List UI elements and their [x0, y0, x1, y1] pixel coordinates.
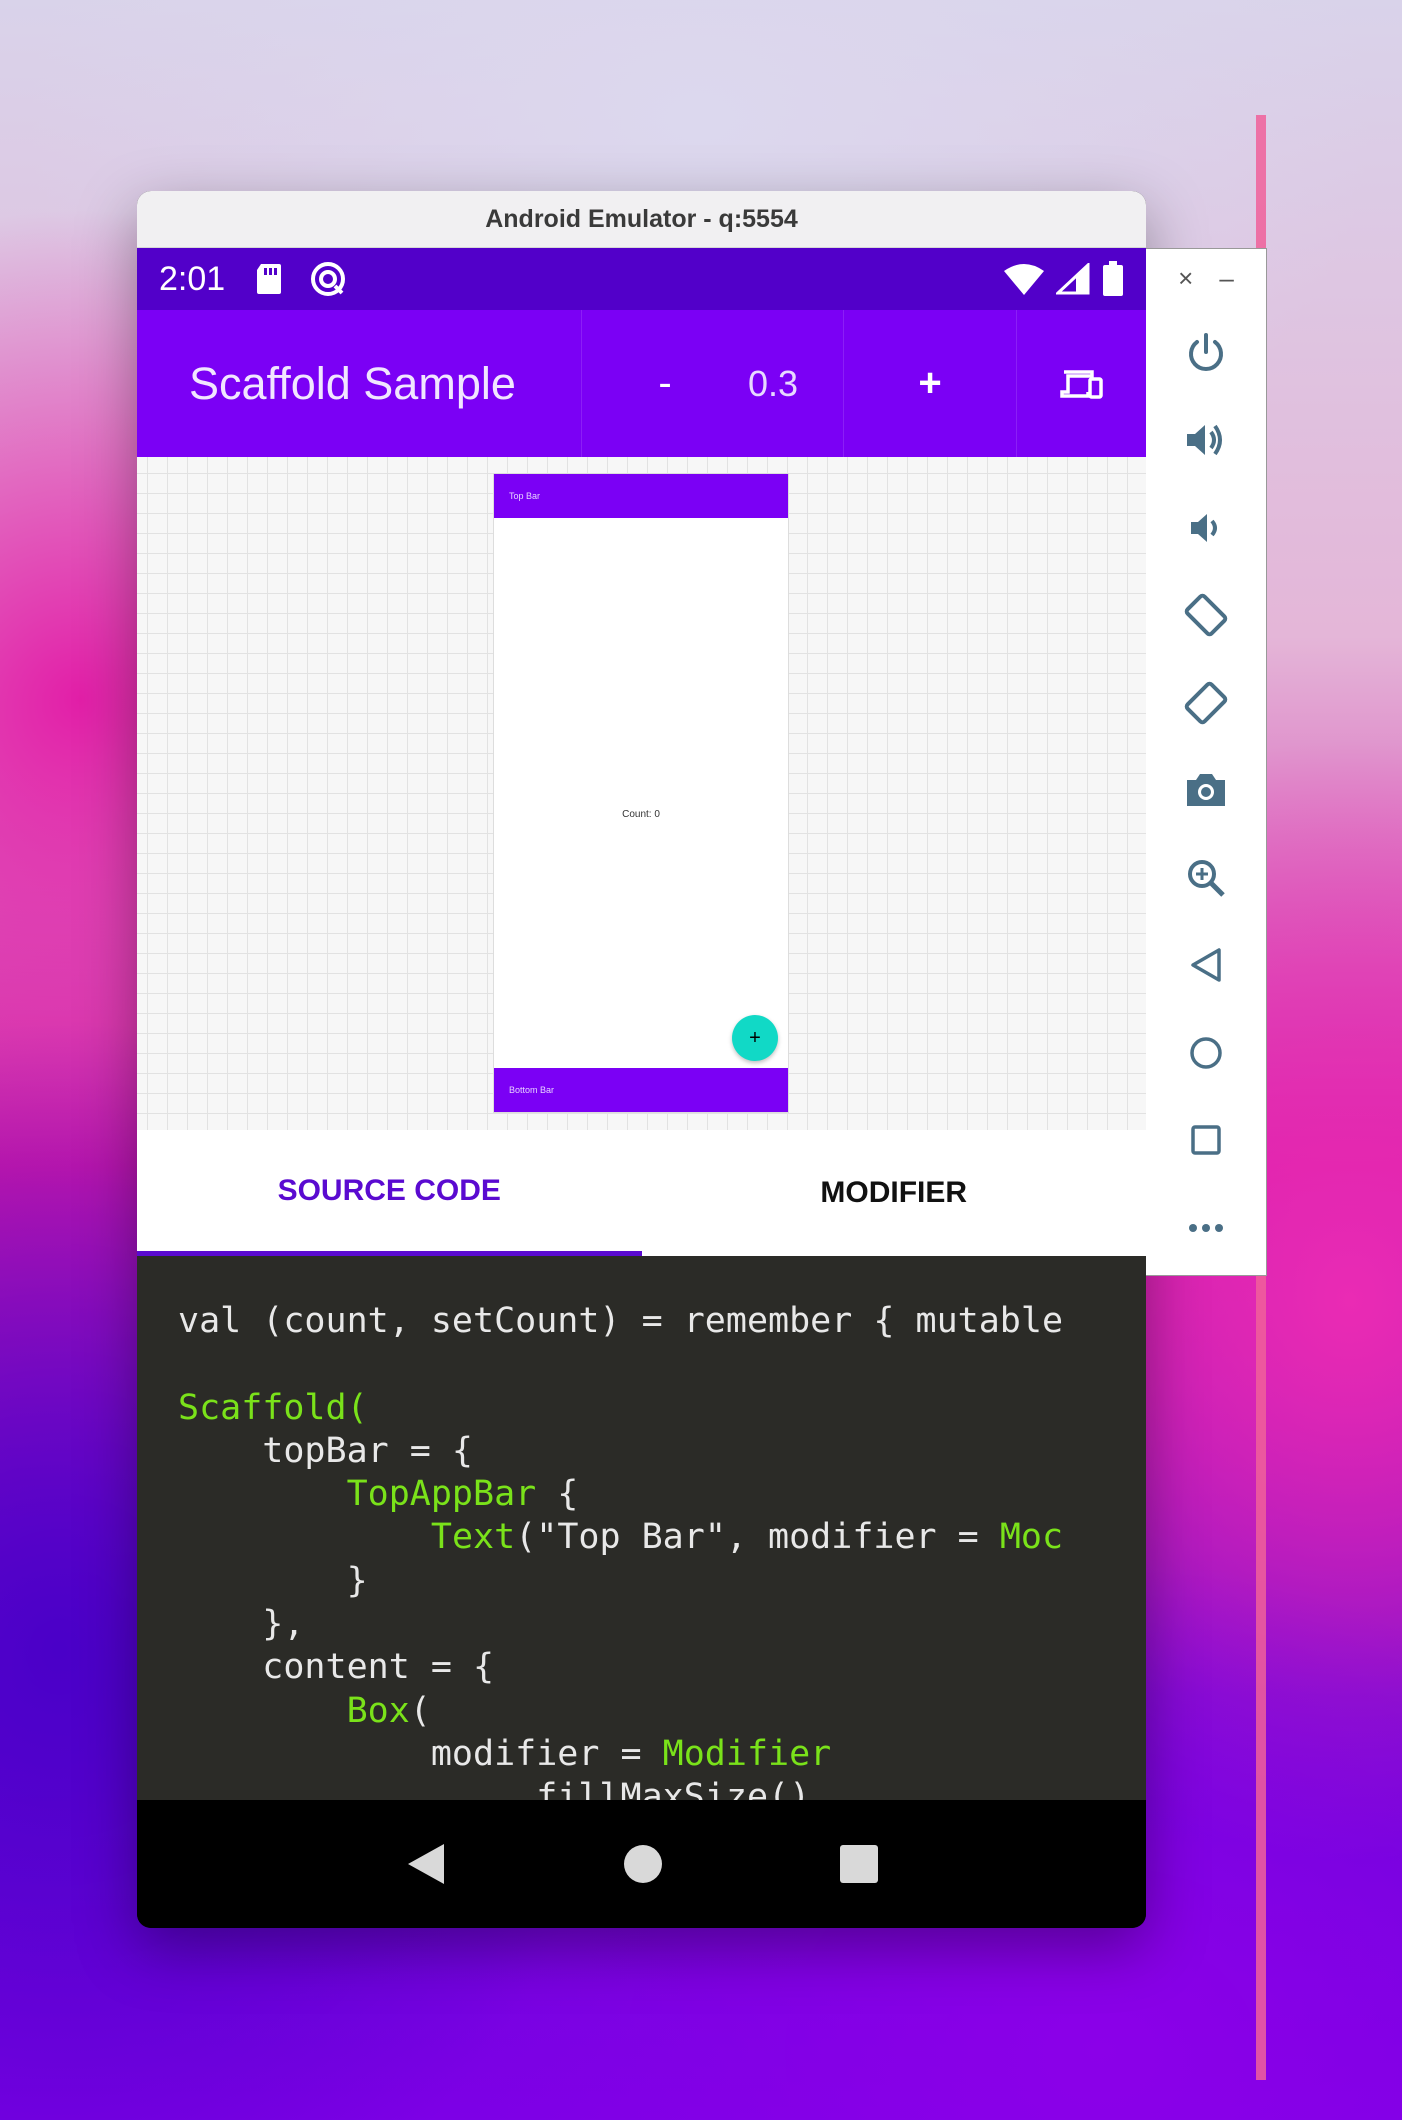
code-line: } — [178, 1560, 368, 1601]
camera-icon — [1187, 774, 1225, 807]
zoom-icon — [1188, 859, 1225, 897]
toolbar-close-button[interactable]: × — [1178, 263, 1193, 309]
code-text: modifier = — [178, 1733, 663, 1774]
home-icon — [1190, 1037, 1222, 1069]
signal-icon — [1056, 263, 1090, 295]
home-button[interactable] — [1146, 1009, 1266, 1097]
overview-icon — [1191, 1125, 1221, 1155]
code-line: content = { — [178, 1647, 495, 1688]
rotate-right-icon — [1184, 681, 1228, 725]
code-text: ("Top Bar", modifier = — [515, 1517, 1000, 1558]
power-button[interactable] — [1146, 309, 1266, 397]
rotate-left-button[interactable] — [1146, 572, 1266, 660]
app-title: Scaffold Sample — [189, 357, 516, 409]
home-icon[interactable] — [622, 1843, 664, 1885]
code-line: Box( — [178, 1690, 1066, 1733]
tab-modifier[interactable]: MODIFIER — [642, 1130, 1147, 1256]
code-keyword: Text — [430, 1517, 516, 1558]
status-time: 2:01 — [159, 259, 226, 298]
zoom-in-button[interactable]: + — [844, 310, 1016, 457]
preview-top-bar: Top Bar — [494, 474, 788, 518]
layout-preview-canvas[interactable]: Top Bar Count: 0 + Bottom Bar — [137, 457, 1146, 1130]
back-icon — [1191, 948, 1221, 982]
rotate-left-icon — [1184, 593, 1228, 637]
code-keyword: Box — [346, 1690, 410, 1731]
tab-bar: SOURCE CODE MODIFIER — [137, 1130, 1146, 1256]
code-line: val (count, setCount) = remember { mutab… — [178, 1301, 1064, 1341]
android-nav-bar — [137, 1800, 1146, 1928]
code-text: { — [536, 1474, 579, 1515]
code-line: Text("Top Bar", modifier = Moc — [178, 1516, 1066, 1559]
zoom-button[interactable] — [1146, 834, 1266, 922]
preview-fab[interactable]: + — [732, 1015, 778, 1061]
code-line: .fillMaxSize() — [178, 1777, 811, 1800]
zoom-value: 0.3 — [748, 362, 799, 404]
preview-phone-frame: Top Bar Count: 0 + Bottom Bar — [493, 473, 789, 1113]
more-icon — [1189, 1223, 1223, 1232]
volume-down-button[interactable] — [1146, 484, 1266, 572]
code-keyword: TopAppBar — [178, 1474, 537, 1515]
code-keyword: Moc — [999, 1517, 1064, 1558]
back-button[interactable] — [1146, 922, 1266, 1010]
code-line: TopAppBar { — [178, 1473, 1066, 1516]
volume-up-button[interactable] — [1146, 397, 1266, 485]
volume-up-icon — [1187, 425, 1222, 456]
tab-source-code[interactable]: SOURCE CODE — [137, 1130, 642, 1256]
window-titlebar[interactable]: Android Emulator - q:5554 — [137, 191, 1146, 248]
app-top-bar: Scaffold Sample - 0.3 + — [137, 310, 1146, 457]
toolbar-minimize-button[interactable]: – — [1219, 263, 1233, 309]
code-line: }, — [178, 1604, 305, 1645]
emulator-window: Android Emulator - q:5554 2:01 Scaffold … — [137, 191, 1146, 1928]
android-status-bar: 2:01 — [137, 248, 1146, 310]
code-line: Scaffold( — [178, 1387, 1066, 1430]
recents-icon[interactable] — [839, 1844, 879, 1884]
wifi-icon — [1004, 264, 1044, 295]
sync-icon — [311, 262, 346, 296]
rotate-right-button[interactable] — [1146, 659, 1266, 747]
devices-icon — [1059, 369, 1103, 399]
emulator-toolbar: × – — [1146, 248, 1267, 1276]
battery-icon — [1103, 261, 1123, 296]
code-keyword: Modifier — [662, 1733, 832, 1774]
source-code-view[interactable]: val (count, setCount) = remember { mutab… — [137, 1256, 1146, 1800]
power-icon — [1189, 332, 1223, 371]
zoom-out-button[interactable]: - — [582, 310, 748, 457]
more-button[interactable] — [1146, 1184, 1266, 1272]
screenshot-button[interactable] — [1146, 747, 1266, 835]
sd-card-icon — [257, 264, 282, 294]
window-title: Android Emulator - q:5554 — [485, 204, 798, 233]
device-preview-button[interactable] — [1017, 310, 1146, 457]
code-text: ( — [409, 1690, 431, 1731]
overview-button[interactable] — [1146, 1097, 1266, 1185]
preview-count-text: Count: 0 — [622, 809, 660, 820]
code-line: topBar = { — [178, 1430, 474, 1471]
code-line: modifier = Modifier — [178, 1733, 1066, 1776]
back-icon[interactable] — [404, 1840, 448, 1888]
code-keyword: Scaffold( — [178, 1387, 368, 1428]
volume-down-icon — [1191, 513, 1217, 542]
preview-bottom-bar: Bottom Bar — [494, 1068, 788, 1112]
